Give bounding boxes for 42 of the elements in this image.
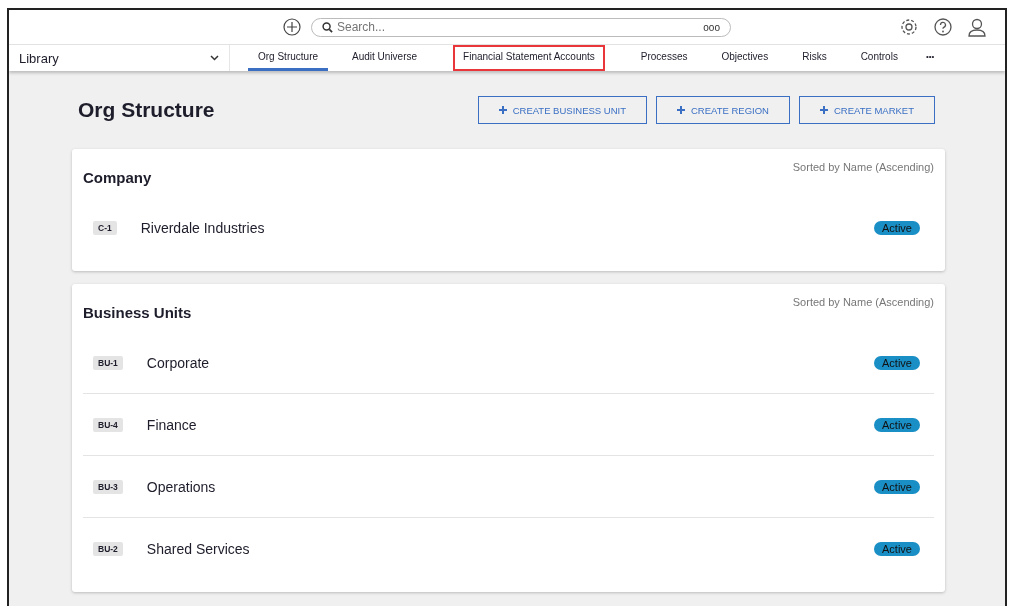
status-badge: Active — [874, 355, 920, 370]
status-badge: Active — [874, 417, 920, 432]
plus-icon — [498, 106, 507, 114]
more-tab[interactable]: ••• — [921, 45, 939, 71]
status-badge: Active — [874, 221, 920, 235]
library-dropdown[interactable]: Library — [9, 45, 230, 71]
plus-icon — [677, 106, 685, 114]
user-icon[interactable] — [967, 17, 987, 37]
nav-tab[interactable]: Financial Statement Accounts — [453, 45, 605, 71]
add-icon[interactable] — [283, 18, 301, 36]
status-badge: Active — [874, 479, 920, 494]
code-tag: BU-1 — [93, 355, 123, 370]
help-icon[interactable] — [933, 17, 953, 37]
nav-tab[interactable]: Processes — [630, 45, 698, 71]
nav-tab[interactable]: Org Structure — [248, 45, 329, 71]
section-title: Business Units — [83, 304, 192, 323]
nav-tab[interactable]: Risks — [792, 45, 837, 71]
create-button[interactable]: CREATE REGION — [656, 96, 790, 124]
create-button[interactable]: CREATE MARKET — [798, 96, 935, 124]
unit-name[interactable]: Shared Services — [146, 541, 875, 557]
sort-label: Sorted by Name (Ascending) — [792, 296, 934, 310]
status-badge: Active — [874, 542, 920, 556]
search-icon — [322, 21, 333, 33]
unit-name[interactable]: Operations — [146, 478, 875, 495]
search-options[interactable]: ooo — [703, 21, 720, 33]
code-tag: BU-4 — [93, 417, 123, 432]
code-tag: BU-2 — [93, 542, 123, 556]
code-tag: BU-3 — [93, 479, 123, 494]
unit-name[interactable]: Riverdale Industries — [140, 220, 875, 236]
page-title: Org Structure — [78, 98, 215, 122]
plus-icon — [819, 106, 828, 114]
chevron-icon — [210, 55, 219, 61]
create-button[interactable]: CREATE BUSINESS UNIT — [477, 96, 647, 124]
nav-tab[interactable]: Objectives — [711, 45, 779, 71]
unit-name[interactable]: Corporate — [146, 354, 875, 371]
code-tag: C-1 — [93, 221, 117, 235]
sort-label: Sorted by Name (Ascending) — [792, 161, 934, 175]
unit-name[interactable]: Finance — [146, 416, 875, 433]
settings-icon[interactable] — [899, 17, 919, 37]
nav-tab[interactable]: Controls — [850, 45, 908, 71]
section-title: Company — [83, 169, 152, 188]
nav-tab[interactable]: Audit Universe — [342, 45, 428, 71]
